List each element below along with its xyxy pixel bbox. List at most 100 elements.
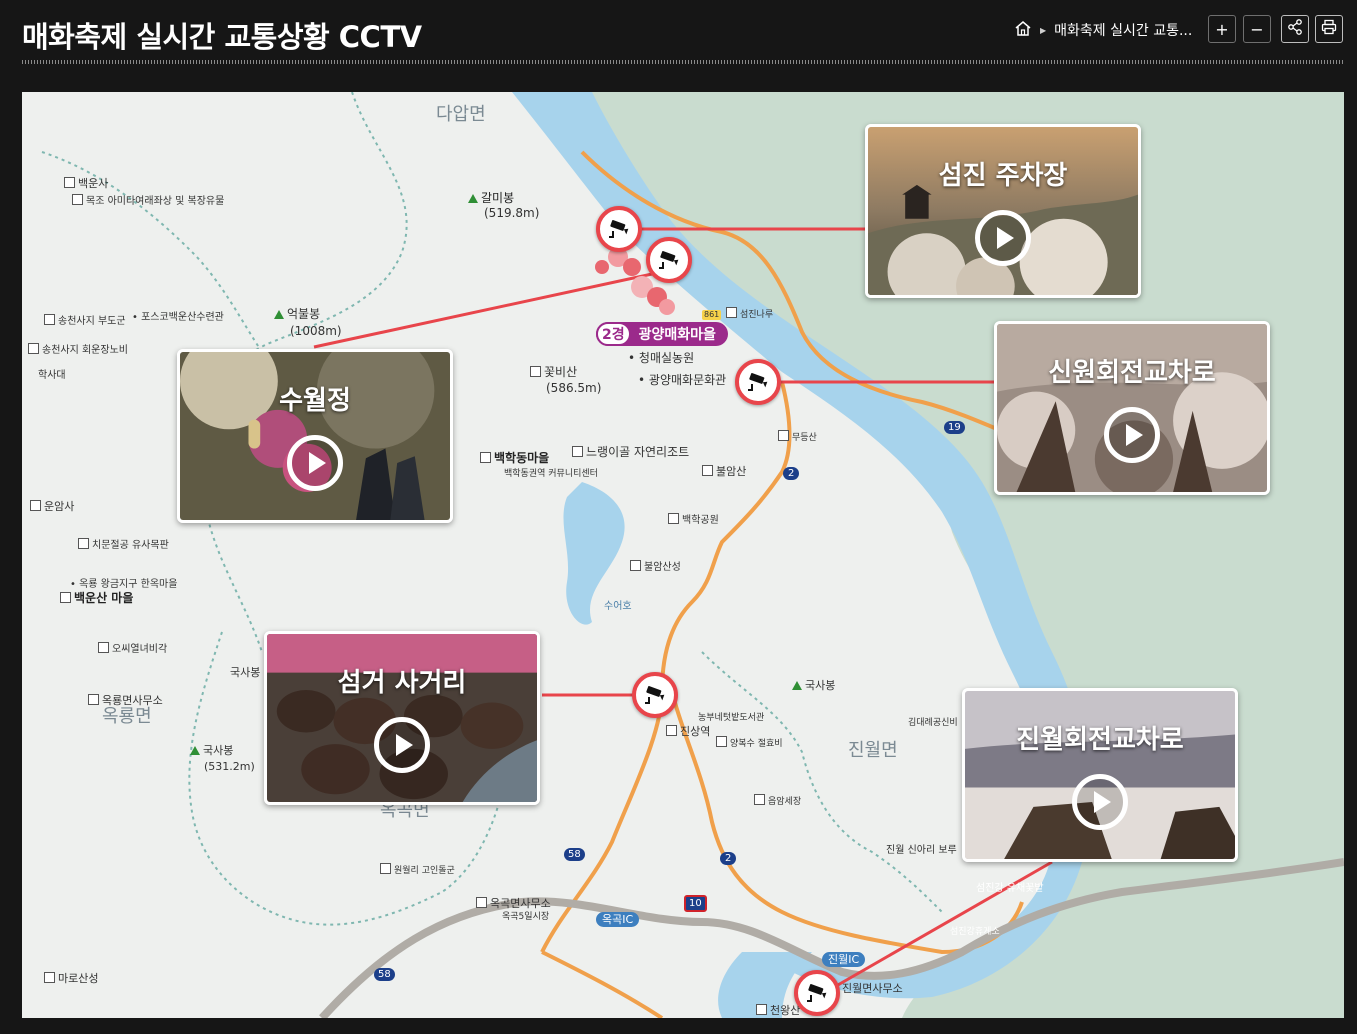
play-icon bbox=[1126, 423, 1143, 446]
zoom-in-button[interactable]: + bbox=[1208, 15, 1236, 43]
breadcrumb-current[interactable]: 매화축제 실시간 교통... bbox=[1054, 20, 1192, 40]
cctv-marker-suwoljeong[interactable] bbox=[646, 237, 692, 283]
road-shield-2: 2 bbox=[783, 467, 800, 480]
cctv-camera-icon bbox=[807, 984, 827, 1002]
play-icon bbox=[309, 451, 326, 474]
cctv-card-title: 섬진 주차장 bbox=[938, 161, 1068, 191]
peak-label: 국사봉 bbox=[190, 744, 233, 757]
poi-label: 운암사 bbox=[30, 500, 74, 513]
top-bar: 매화축제 실시간 교통상황 CCTV ▶ 매화축제 실시간 교통... + − bbox=[0, 0, 1357, 64]
poi-label: 백운사 bbox=[64, 177, 108, 190]
poi-label: 진상역 bbox=[666, 725, 710, 738]
poi-label: 진월면사무소 bbox=[842, 982, 903, 995]
peak-label: 국사봉 bbox=[792, 679, 835, 692]
road-shield-58: 58 bbox=[374, 968, 395, 981]
cctv-camera-icon bbox=[659, 251, 679, 269]
poi-label: 무등산 bbox=[778, 430, 817, 445]
poi-label: 농부네텃밭도서관 bbox=[698, 713, 765, 723]
page-title: 매화축제 실시간 교통상황 CCTV bbox=[22, 20, 422, 54]
poi-label: 마로산성 bbox=[44, 972, 98, 985]
peak-label: 천왕산 bbox=[756, 1004, 800, 1017]
poi-label: 학사대 bbox=[38, 370, 66, 381]
cctv-marker-seomjin-parking[interactable] bbox=[596, 206, 642, 252]
peak-height: (531.2m) bbox=[204, 760, 255, 773]
poi-label: • 청매실농원 bbox=[628, 351, 695, 365]
print-icon bbox=[1321, 19, 1337, 39]
district-label: 다압면 bbox=[436, 104, 486, 125]
poi-label: 진월 신아리 보루 bbox=[886, 845, 957, 856]
district-label: 진월면 bbox=[848, 740, 898, 761]
play-button[interactable] bbox=[1104, 406, 1160, 463]
cctv-card-seomjin-parking[interactable]: 섬진 주차장 bbox=[865, 124, 1141, 298]
road-shield-2: 2 bbox=[720, 852, 737, 865]
cctv-card-seomgeo[interactable]: 섬거 사거리 bbox=[264, 631, 540, 805]
cctv-card-title: 섬거 사거리 bbox=[337, 668, 467, 698]
poi-label: 백운산 마을 bbox=[60, 592, 133, 605]
cctv-camera-icon bbox=[609, 220, 629, 238]
traffic-map[interactable]: 19 2 2 58 58 10 861 옥곡IC 진월IC 다압면 진월면 옥곡… bbox=[22, 92, 1344, 1018]
poi-label: 백학동마을 bbox=[480, 452, 549, 465]
cctv-marker-sinwon[interactable] bbox=[735, 359, 781, 405]
share-icon bbox=[1287, 19, 1303, 39]
road-shield-19: 19 bbox=[944, 421, 965, 434]
peak-height: (586.5m) bbox=[546, 381, 602, 395]
print-button[interactable] bbox=[1315, 15, 1343, 43]
peak-label: 꽃비산 bbox=[530, 366, 577, 379]
breadcrumb-separator-icon: ▶ bbox=[1040, 25, 1047, 35]
cctv-marker-jinwol[interactable] bbox=[794, 970, 840, 1016]
peak-height: (519.8m) bbox=[484, 206, 540, 220]
poi-label: 치문절공 유사목판 bbox=[78, 538, 169, 552]
poi-label: 원월리 고인돌군 bbox=[380, 863, 455, 878]
poi-label: 섬진강휴게소 bbox=[950, 927, 1000, 937]
poi-label: • 포스코백운산수련관 bbox=[132, 312, 224, 323]
jinwol-ic-label: 진월IC bbox=[822, 952, 866, 967]
peak-label: 갈미봉 bbox=[468, 192, 514, 205]
poi-label: 옥곡5일시장 bbox=[502, 912, 550, 922]
district-label: 옥곡면 bbox=[380, 800, 430, 821]
poi-label: 김대례공신비 bbox=[908, 718, 958, 728]
road-shield-861: 861 bbox=[702, 310, 722, 320]
map-base bbox=[41, 92, 1344, 1018]
okgok-ic-label: 옥곡IC bbox=[596, 912, 640, 927]
road-shield-10: 10 bbox=[684, 895, 707, 912]
district-label: 옥룡면 bbox=[102, 706, 152, 727]
title-divider bbox=[22, 60, 1344, 64]
poi-label: • 옥룡 왕금지구 한옥마을 bbox=[70, 579, 178, 590]
poi-label: 옥곡면사무소 bbox=[476, 897, 551, 910]
road-shield-58: 58 bbox=[564, 848, 585, 861]
poi-label: 섬진나루 bbox=[726, 307, 773, 322]
cctv-card-sinwon[interactable]: 신원회전교차로 bbox=[994, 321, 1270, 495]
poi-label: • 광양매화문화관 bbox=[638, 373, 727, 387]
poi-label: 옥룡면사무소 bbox=[88, 694, 163, 707]
cctv-card-title: 신원회전교차로 bbox=[1048, 358, 1216, 388]
peak-label: 국사봉 bbox=[230, 666, 261, 679]
peak-height: (1008m) bbox=[290, 324, 342, 338]
peak-label: 불암산 bbox=[702, 465, 746, 478]
cctv-card-jinwol[interactable]: 진월회전교차로 bbox=[962, 688, 1238, 862]
play-button[interactable] bbox=[975, 209, 1031, 266]
poi-label: 목조 아미타여래좌상 및 복장유물 bbox=[72, 194, 224, 208]
cctv-card-title: 진월회전교차로 bbox=[1016, 725, 1184, 755]
home-icon[interactable] bbox=[1014, 20, 1032, 40]
poi-label: 송천사지 회운장노비 bbox=[28, 343, 128, 357]
poi-label: 백학동권역 커뮤니티센터 bbox=[504, 469, 598, 479]
badge-number: 2경 bbox=[596, 322, 631, 346]
cctv-camera-icon bbox=[748, 373, 768, 391]
cctv-marker-seomgeo[interactable] bbox=[632, 672, 678, 718]
cctv-card-suwoljeong[interactable]: 수월정 bbox=[177, 349, 453, 523]
cctv-camera-icon bbox=[645, 686, 665, 704]
breadcrumb: ▶ 매화축제 실시간 교통... bbox=[1014, 18, 1192, 42]
play-icon bbox=[997, 226, 1014, 249]
cctv-card-title: 수월정 bbox=[279, 386, 351, 416]
village-badge[interactable]: 2경 광양매화마을 bbox=[596, 322, 728, 346]
peak-label: 억불봉 bbox=[274, 308, 320, 321]
play-button[interactable] bbox=[1072, 773, 1128, 830]
badge-label: 광양매화마을 bbox=[638, 327, 716, 343]
lake-label: 수어호 bbox=[604, 601, 632, 612]
share-button[interactable] bbox=[1281, 15, 1309, 43]
poi-label: 읍암세장 bbox=[754, 794, 801, 809]
play-button[interactable] bbox=[287, 434, 343, 491]
poi-label: 양복수 절효비 bbox=[716, 736, 783, 751]
play-button[interactable] bbox=[374, 716, 430, 773]
zoom-out-button[interactable]: − bbox=[1243, 15, 1271, 43]
